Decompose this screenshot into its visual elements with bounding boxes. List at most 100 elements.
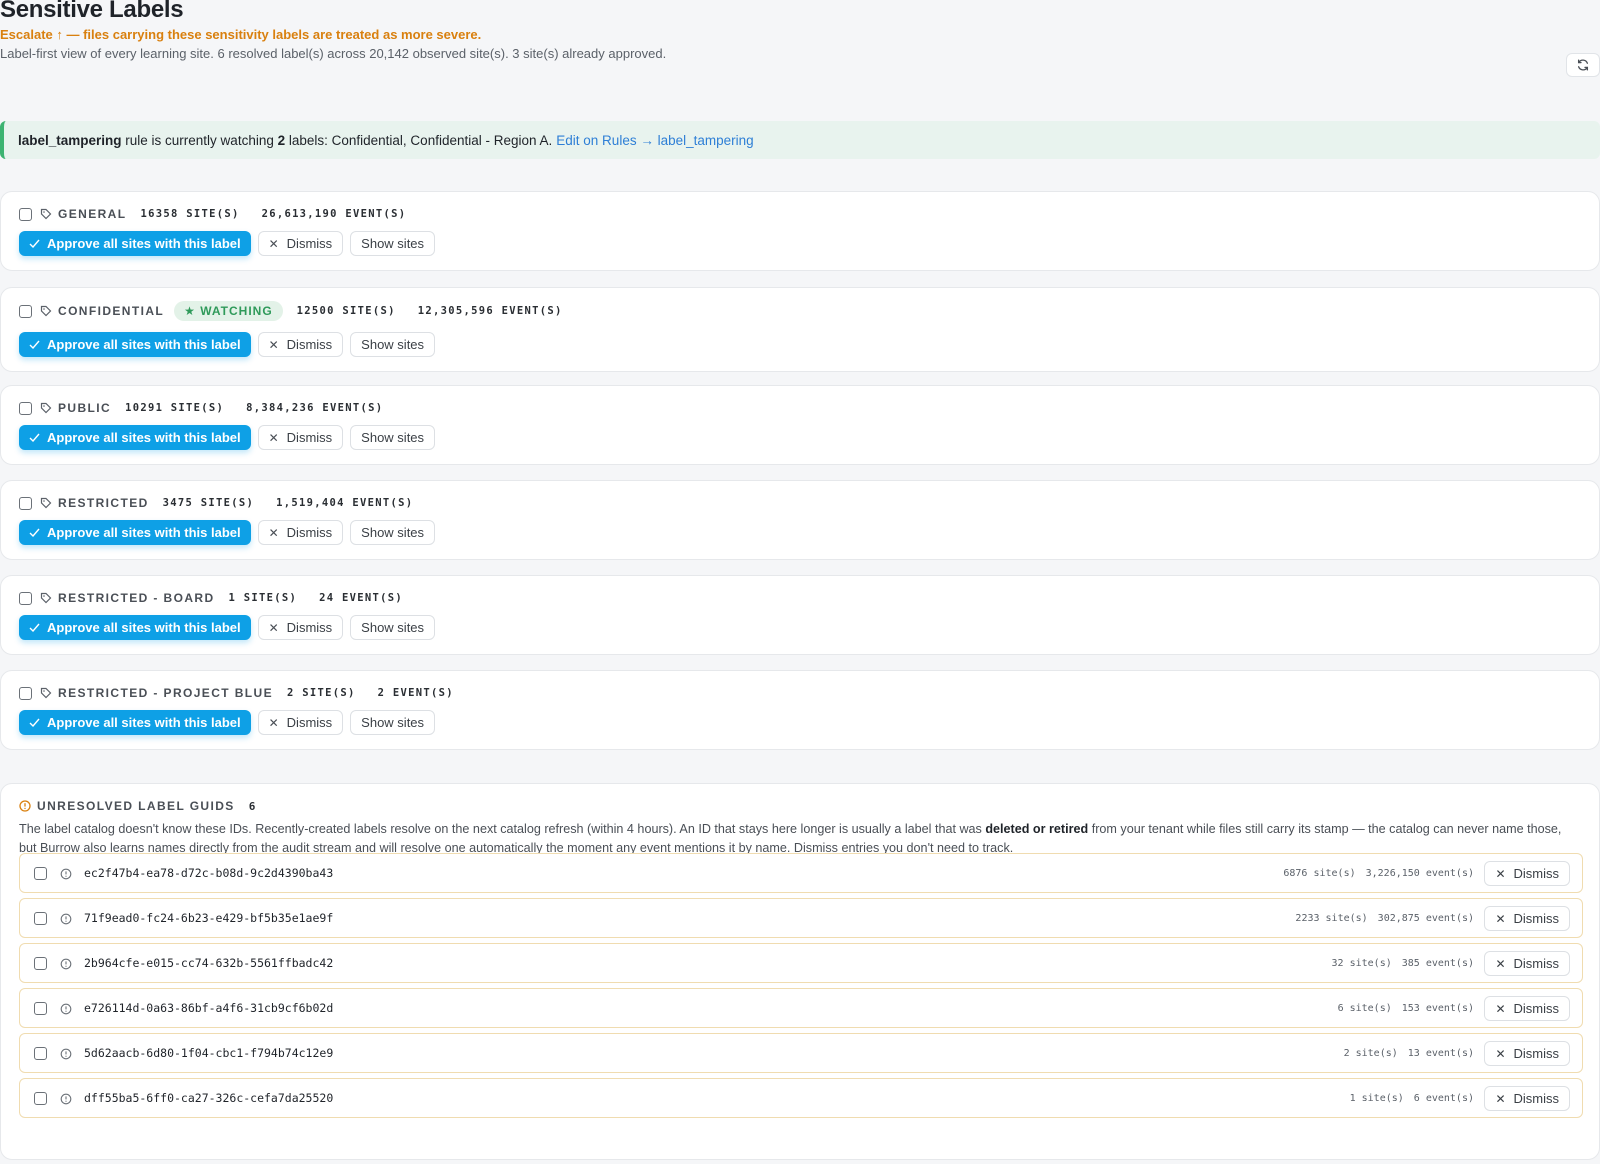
unresolved-section: UNRESOLVED LABEL GUIDS 6 The label catal… — [0, 783, 1600, 1160]
show-sites-button[interactable]: Show sites — [350, 425, 436, 450]
dismiss-button[interactable]: ✕ Dismiss — [257, 425, 344, 450]
guid-stats: 2233 site(s) 302,875 event(s) — [1295, 913, 1474, 924]
refresh-button[interactable] — [1566, 53, 1600, 77]
guid-select-checkbox[interactable] — [34, 867, 47, 880]
guid-dismiss-label: Dismiss — [1513, 1046, 1560, 1061]
label-select-checkbox[interactable] — [19, 496, 32, 510]
dismiss-button[interactable]: ✕ Dismiss — [257, 615, 344, 640]
label-select-checkbox[interactable] — [19, 591, 32, 605]
show-sites-button[interactable]: Show sites — [350, 615, 436, 640]
check-icon — [29, 239, 40, 248]
guid-dismiss-label: Dismiss — [1513, 956, 1560, 971]
show-sites-button[interactable]: Show sites — [350, 520, 436, 545]
close-icon: ✕ — [1495, 1046, 1506, 1061]
watching-badge: ★ WATCHING — [174, 301, 283, 321]
guid-event-count: 153 event(s) — [1401, 1003, 1474, 1014]
approve-all-button[interactable]: Approve all sites with this label — [19, 710, 251, 735]
dismiss-button[interactable]: ✕ Dismiss — [257, 710, 344, 735]
guid-stats: 32 site(s) 385 event(s) — [1332, 958, 1474, 969]
label-card: RESTRICTED 3475 SITE(S) 1,519,404 EVENT(… — [0, 480, 1600, 560]
show-sites-button[interactable]: Show sites — [350, 710, 436, 735]
label-event-count: 1,519,404 EVENT(S) — [276, 497, 414, 509]
approve-label: Approve all sites with this label — [47, 715, 241, 730]
guid-event-count: 13 event(s) — [1407, 1048, 1474, 1059]
page-subtitle: Escalate ↑ — files carrying these sensit… — [0, 27, 482, 42]
approve-label: Approve all sites with this label — [47, 430, 241, 445]
guid-dismiss-button[interactable]: ✕ Dismiss — [1484, 861, 1570, 886]
unresolved-count: 6 — [248, 799, 256, 813]
guid-dismiss-label: Dismiss — [1513, 1001, 1560, 1016]
guid-id: e726114d-0a63-86bf-a4f6-31cb9cf6b02d — [84, 1001, 334, 1015]
show-sites-label: Show sites — [361, 620, 425, 635]
edit-rule-link[interactable]: Edit on Rules → label_tampering — [556, 133, 753, 148]
label-event-count: 24 EVENT(S) — [319, 592, 403, 604]
tag-icon — [40, 497, 52, 509]
show-sites-button[interactable]: Show sites — [350, 231, 436, 256]
check-icon — [29, 528, 40, 537]
dismiss-label: Dismiss — [286, 337, 333, 352]
guid-select-checkbox[interactable] — [34, 1002, 47, 1015]
approve-all-button[interactable]: Approve all sites with this label — [19, 231, 251, 256]
guid-dismiss-button[interactable]: ✕ Dismiss — [1484, 906, 1570, 931]
show-sites-label: Show sites — [361, 715, 425, 730]
guid-select-checkbox[interactable] — [34, 957, 47, 970]
label-select-checkbox[interactable] — [19, 401, 32, 415]
tag-icon — [40, 402, 52, 414]
page-description: Label-first view of every learning site.… — [0, 46, 667, 61]
show-sites-label: Show sites — [361, 525, 425, 540]
show-sites-label: Show sites — [361, 337, 425, 352]
guid-id: 71f9ead0-fc24-6b23-e429-bf5b35e1ae9f — [84, 911, 334, 925]
approve-label: Approve all sites with this label — [47, 620, 241, 635]
label-event-count: 26,613,190 EVENT(S) — [261, 208, 407, 220]
guid-dismiss-button[interactable]: ✕ Dismiss — [1484, 1041, 1570, 1066]
unresolved-desc-b: deleted or retired — [985, 822, 1089, 836]
guid-select-checkbox[interactable] — [34, 1092, 47, 1105]
dismiss-button[interactable]: ✕ Dismiss — [257, 231, 344, 256]
dismiss-label: Dismiss — [286, 430, 333, 445]
guid-select-checkbox[interactable] — [34, 912, 47, 925]
label-site-count: 12500 SITE(S) — [296, 305, 396, 317]
close-icon: ✕ — [268, 620, 279, 635]
label-name: RESTRICTED - BOARD — [58, 591, 215, 605]
approve-all-button[interactable]: Approve all sites with this label — [19, 520, 251, 545]
approve-all-button[interactable]: Approve all sites with this label — [19, 332, 251, 357]
label-site-count: 16358 SITE(S) — [140, 208, 240, 220]
show-sites-label: Show sites — [361, 236, 425, 251]
guid-row: 71f9ead0-fc24-6b23-e429-bf5b35e1ae9f 223… — [19, 898, 1583, 938]
info-icon — [60, 1092, 72, 1110]
check-icon — [29, 718, 40, 727]
guid-event-count: 302,875 event(s) — [1377, 913, 1474, 924]
dismiss-button[interactable]: ✕ Dismiss — [257, 332, 344, 357]
guid-site-count: 2233 site(s) — [1295, 913, 1368, 924]
guid-dismiss-button[interactable]: ✕ Dismiss — [1484, 996, 1570, 1021]
label-select-checkbox[interactable] — [19, 686, 32, 700]
tag-icon — [40, 687, 52, 699]
banner-rule-name: label_tampering — [18, 132, 122, 148]
guid-site-count: 6876 site(s) — [1283, 868, 1356, 879]
label-event-count: 8,384,236 EVENT(S) — [246, 402, 384, 414]
label-select-checkbox[interactable] — [19, 207, 32, 221]
guid-site-count: 1 site(s) — [1349, 1093, 1404, 1104]
close-icon: ✕ — [268, 525, 279, 540]
guid-select-checkbox[interactable] — [34, 1047, 47, 1060]
tag-icon — [40, 305, 52, 317]
guid-stats: 2 site(s) 13 event(s) — [1344, 1048, 1474, 1059]
approve-label: Approve all sites with this label — [47, 236, 241, 251]
show-sites-button[interactable]: Show sites — [350, 332, 436, 357]
dismiss-label: Dismiss — [286, 620, 333, 635]
guid-id: dff55ba5-6ff0-ca27-326c-cefa7da25520 — [84, 1091, 334, 1105]
guid-dismiss-button[interactable]: ✕ Dismiss — [1484, 951, 1570, 976]
guid-id: ec2f47b4-ea78-d72c-b08d-9c2d4390ba43 — [84, 866, 334, 880]
approve-all-button[interactable]: Approve all sites with this label — [19, 425, 251, 450]
banner-text-end: labels: Confidential, Confidential - Reg… — [285, 132, 553, 148]
dismiss-button[interactable]: ✕ Dismiss — [257, 520, 344, 545]
close-icon: ✕ — [268, 430, 279, 445]
approve-label: Approve all sites with this label — [47, 525, 241, 540]
label-site-count: 1 SITE(S) — [228, 592, 298, 604]
guid-site-count: 2 site(s) — [1343, 1048, 1398, 1059]
label-card: RESTRICTED - PROJECT BLUE 2 SITE(S) 2 EV… — [0, 670, 1600, 750]
approve-all-button[interactable]: Approve all sites with this label — [19, 615, 251, 640]
guid-dismiss-button[interactable]: ✕ Dismiss — [1484, 1086, 1570, 1111]
close-icon: ✕ — [1495, 956, 1506, 971]
label-select-checkbox[interactable] — [19, 304, 32, 318]
